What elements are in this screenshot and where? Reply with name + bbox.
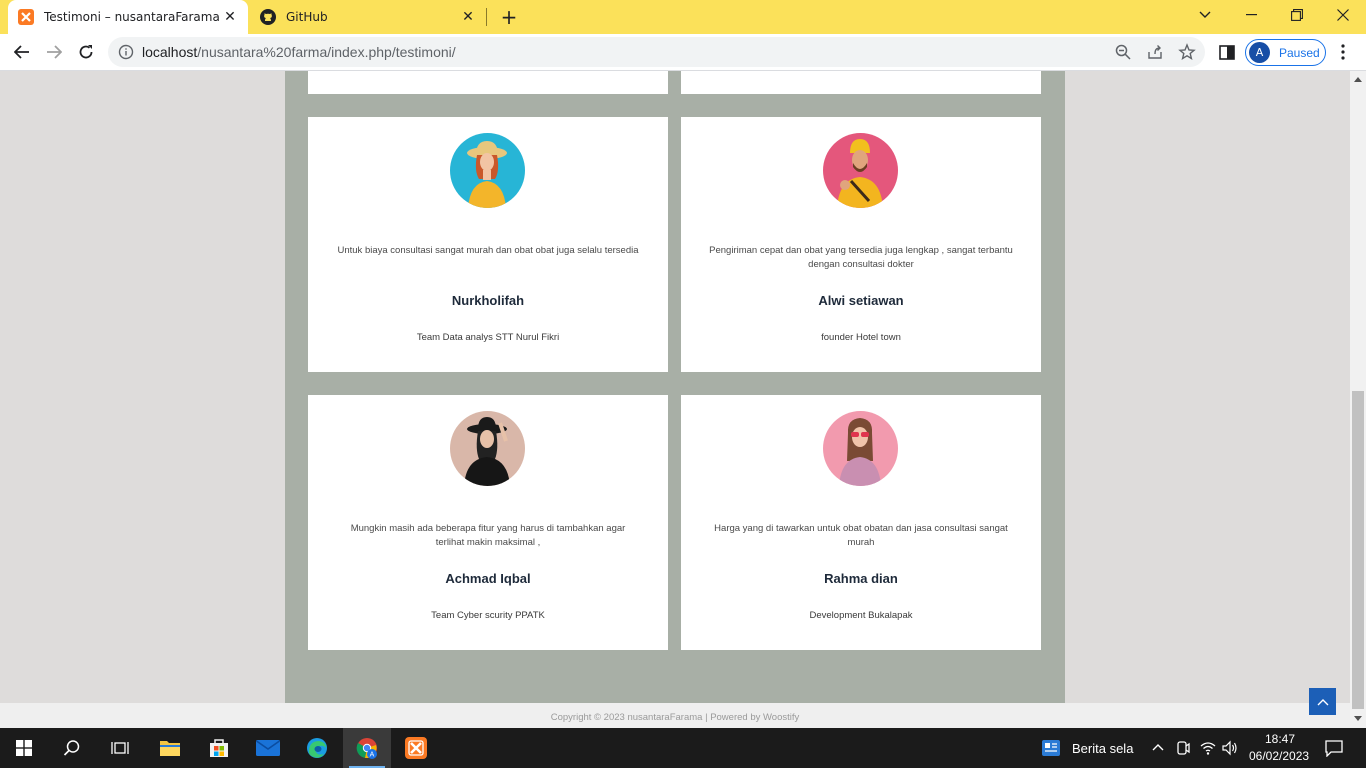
browser-tabstrip: Testimoni – nusantaraFarama ✕ GitHub ✕ + — [0, 0, 1366, 34]
close-tab-icon[interactable]: ✕ — [460, 9, 476, 25]
wifi-icon[interactable] — [1200, 741, 1216, 755]
tray-chevron-up-icon[interactable] — [1152, 743, 1164, 751]
browser-toolbar: localhost/nusantara%20farma/index.php/te… — [0, 34, 1366, 71]
testimonial-name: Achmad Iqbal — [445, 571, 531, 586]
testimonial-photo — [823, 133, 898, 208]
menu-kebab-icon[interactable] — [1340, 43, 1346, 61]
new-tab-plus-icon[interactable]: + — [498, 5, 520, 29]
scroll-up-arrow-icon[interactable] — [1354, 77, 1362, 82]
windows-start-icon[interactable] — [0, 728, 48, 768]
testimonial-card: Mungkin masih ada beberapa fitur yang ha… — [308, 395, 668, 650]
tab-search-chevron-icon[interactable] — [1182, 0, 1228, 30]
testimonial-role: Team Data analys STT Nurul Fikri — [416, 332, 560, 343]
scroll-down-arrow-icon[interactable] — [1354, 716, 1362, 721]
chrome-icon[interactable]: A — [343, 728, 391, 768]
back-arrow-icon[interactable] — [9, 39, 35, 65]
testimonial-card: Harga yang di tawarkan untuk obat obatan… — [681, 395, 1041, 650]
testimonial-quote: Mungkin masih ada beberapa fitur yang ha… — [350, 523, 626, 548]
site-footer: Copyright © 2023 nusantaraFarama | Power… — [0, 703, 1350, 728]
profile-status: Paused — [1279, 45, 1320, 60]
minimize-icon[interactable] — [1228, 0, 1274, 30]
page-scrollbar[interactable] — [1350, 71, 1366, 728]
close-window-icon[interactable] — [1320, 0, 1366, 30]
news-widget-icon[interactable] — [1042, 740, 1060, 756]
xampp-icon — [18, 9, 34, 25]
testimonial-card: Pengiriman cepat dan obat yang tersedia … — [681, 117, 1041, 372]
testimonial-role: founder Hotel town — [821, 332, 901, 343]
search-icon[interactable] — [48, 728, 96, 768]
zoom-icon[interactable] — [1114, 43, 1132, 61]
github-icon — [260, 9, 276, 25]
reload-icon[interactable] — [73, 39, 99, 65]
address-bar[interactable]: localhost/nusantara%20farma/index.php/te… — [108, 37, 1205, 67]
testimonial-role: Team Cyber scurity PPATK — [431, 610, 545, 621]
chevron-up-icon — [1317, 698, 1328, 705]
testimonial-photo — [823, 411, 898, 486]
close-tab-icon[interactable]: ✕ — [222, 9, 238, 25]
testimonial-section: Untuk biaya consultasi sangat murah dan … — [285, 71, 1065, 703]
xampp-taskbar-icon[interactable] — [392, 728, 440, 768]
info-icon[interactable] — [118, 44, 134, 60]
file-explorer-icon[interactable] — [146, 728, 194, 768]
testimonial-quote: Pengiriman cepat dan obat yang tersedia … — [709, 245, 1013, 270]
scroll-thumb[interactable] — [1352, 391, 1364, 709]
tab-separator — [486, 8, 487, 26]
notification-icon[interactable] — [1325, 740, 1343, 757]
scroll-to-top-button[interactable] — [1309, 688, 1336, 715]
forward-arrow-icon[interactable] — [41, 39, 67, 65]
testimonial-card-partial — [308, 71, 668, 94]
edge-browser-icon[interactable] — [293, 728, 341, 768]
testimonial-role: Development Bukalapak — [809, 610, 913, 621]
testimonial-card: Untuk biaya consultasi sangat murah dan … — [308, 117, 668, 372]
testimonial-photo — [450, 133, 525, 208]
news-widget-label[interactable]: Berita sela — [1072, 741, 1133, 756]
testimonial-name: Nurkholifah — [451, 293, 525, 308]
profile-button[interactable]: A Paused — [1245, 39, 1326, 66]
side-panel-icon[interactable] — [1219, 45, 1235, 60]
task-view-icon[interactable] — [96, 728, 144, 768]
volume-icon[interactable] — [1222, 740, 1238, 756]
page-viewport: Untuk biaya consultasi sangat murah dan … — [0, 71, 1350, 728]
testimonial-card-partial — [681, 71, 1041, 94]
svg-text:A: A — [370, 752, 375, 759]
tab-title: Testimoni – nusantaraFarama — [44, 10, 220, 24]
share-icon[interactable] — [1146, 43, 1164, 61]
testimonial-quote: Harga yang di tawarkan untuk obat obatan… — [714, 523, 1008, 548]
tab-testimoni[interactable]: Testimoni – nusantaraFarama ✕ — [8, 0, 248, 34]
clock-date[interactable]: 06/02/2023 — [1249, 749, 1309, 763]
tab-github[interactable]: GitHub ✕ — [250, 0, 486, 34]
microsoft-store-icon[interactable] — [195, 728, 243, 768]
testimonial-quote: Untuk biaya consultasi sangat murah dan … — [337, 245, 639, 256]
testimonial-photo — [450, 411, 525, 486]
bookmark-star-icon[interactable] — [1178, 43, 1196, 61]
testimonial-name: Alwi setiawan — [818, 293, 904, 308]
url-text: localhost/nusantara%20farma/index.php/te… — [142, 44, 456, 60]
testimonial-name: Rahma dian — [824, 571, 898, 586]
clock-time[interactable]: 18:47 — [1265, 732, 1295, 746]
tab-title: GitHub — [286, 10, 328, 24]
windows-taskbar: A Berita sela 18:47 06/02/2023 — [0, 728, 1366, 768]
restore-icon[interactable] — [1274, 0, 1320, 30]
meet-now-icon[interactable] — [1176, 740, 1190, 756]
avatar: A — [1249, 42, 1270, 63]
mail-icon[interactable] — [244, 728, 292, 768]
